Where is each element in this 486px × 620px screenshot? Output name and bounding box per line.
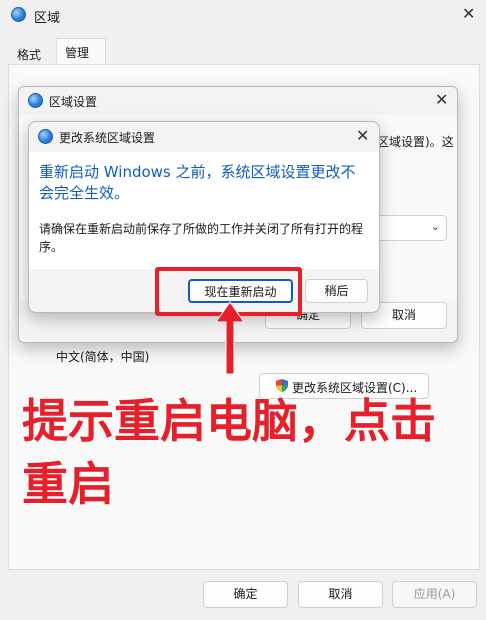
chevron-down-icon: ⌄ [430,220,440,233]
tab-admin-label: 管理 [65,46,90,60]
tab-formats[interactable]: 格式 [17,46,41,63]
change-locale-icon [38,129,53,144]
region-settings-icon [28,93,43,108]
region-settings-title: 区域设置 [49,95,98,109]
region-settings-close-icon[interactable]: ✕ [435,92,448,108]
uac-shield-icon [276,379,288,392]
annotation-text-line1: 提示重启电脑，点击 [22,394,436,448]
change-locale-close-icon[interactable]: ✕ [356,128,369,144]
main-ok-button[interactable]: 确定 [203,581,288,608]
current-locale-label: 中文(简体，中国) [56,350,150,364]
restart-later-button[interactable]: 稍后 [305,279,368,303]
region-settings-partial-text: 区域设置)。这 [377,135,454,149]
annotation-text-line2: 重启 [22,457,114,511]
tab-admin[interactable]: 管理 [56,38,106,65]
change-locale-title: 更改系统区域设置 [59,131,156,145]
main-cancel-button[interactable]: 取消 [298,581,383,608]
close-icon[interactable]: ✕ [462,6,475,22]
region-app-icon [11,7,26,22]
main-window-title: 区域 [34,11,61,26]
restart-message: 请确保在重新启动前保存了所做的工作并关闭了所有打开的程序。 [39,222,364,254]
main-apply-button[interactable]: 应用(A) [392,581,477,608]
restart-headline: 重新启动 Windows 之前，系统区域设置更改不会完全生效。 [39,163,356,202]
pointer-arrow [215,301,245,375]
